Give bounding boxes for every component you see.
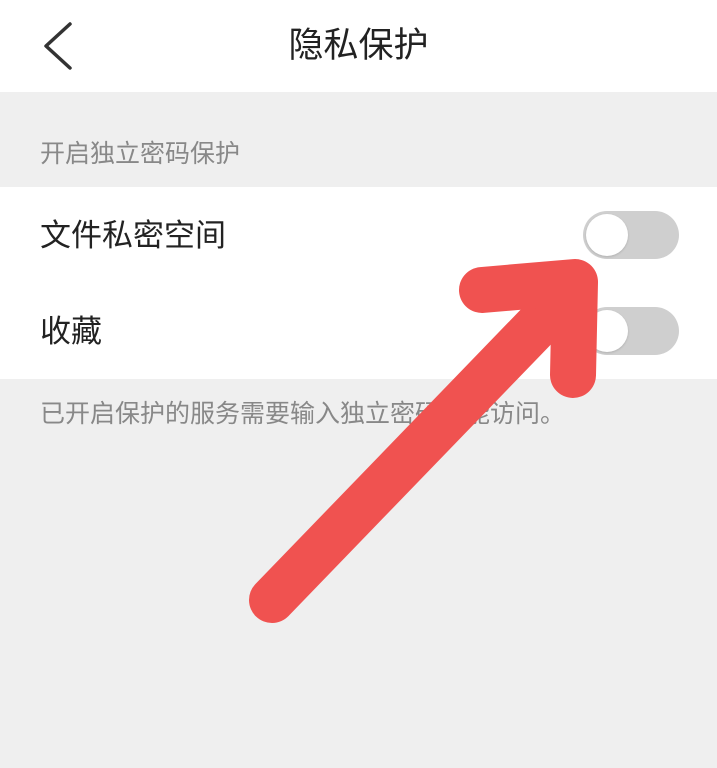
annotation-arrow-icon [249, 259, 598, 623]
private-space-toggle[interactable] [583, 211, 679, 259]
page-title: 隐私保护 [288, 26, 429, 66]
toggle-knob [586, 214, 628, 256]
settings-group: 文件私密空间 收藏 [0, 187, 717, 379]
setting-label-favorites: 收藏 [40, 314, 102, 350]
privacy-settings-screen: 隐私保护 开启独立密码保护 文件私密空间 收藏 已开启保护的服务需要输入独立密码… [0, 0, 717, 768]
favorites-toggle[interactable] [583, 307, 679, 355]
section-header: 开启独立密码保护 [40, 139, 241, 168]
setting-label-private-space: 文件私密空间 [40, 218, 226, 254]
setting-row-private-space[interactable]: 文件私密空间 [0, 187, 717, 283]
toggle-knob [586, 310, 628, 352]
setting-row-favorites[interactable]: 收藏 [0, 283, 717, 379]
top-bar: 隐私保护 [0, 0, 717, 92]
footer-note: 已开启保护的服务需要输入独立密码才能访问。 [40, 399, 566, 428]
